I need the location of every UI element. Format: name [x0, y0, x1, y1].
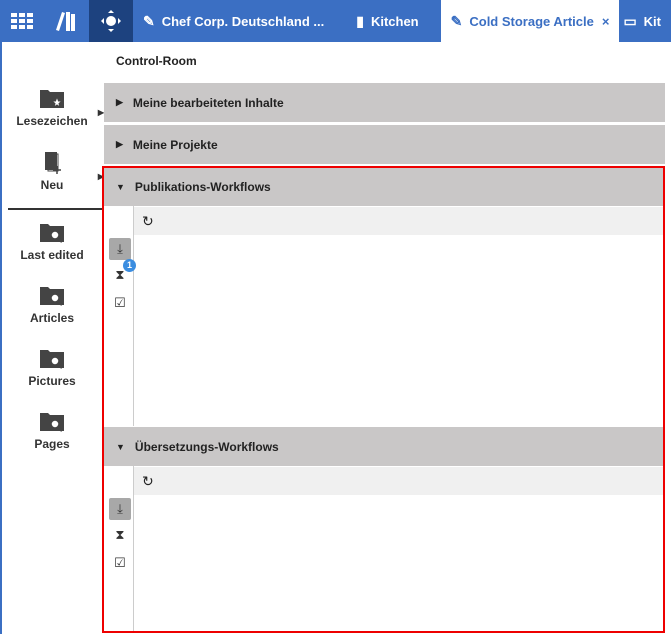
- hourglass-icon[interactable]: ⧗ 1: [109, 259, 136, 286]
- caret-right-icon: ▶: [116, 97, 123, 107]
- uebersetzungs-filter-column: ⤓ ⧗ ☑: [104, 466, 134, 632]
- inbox-download-icon[interactable]: ⤓: [109, 498, 131, 520]
- tab-chef-corp[interactable]: ✎ Chef Corp. Deutschland ...: [133, 0, 334, 42]
- tab-label: Chef Corp. Deutschland ...: [161, 13, 325, 29]
- tab-label: Kit: [643, 13, 662, 29]
- folder-search-icon: [40, 224, 64, 243]
- pencil-icon: ✎: [142, 12, 155, 29]
- sidebar-item-articles[interactable]: Articles: [2, 285, 102, 325]
- sidebar-item-label: Last edited: [20, 248, 84, 262]
- section-label: Meine bearbeiteten Inhalte: [132, 95, 284, 110]
- sidebar-item-lesezeichen[interactable]: Lesezeichen ▶: [2, 88, 104, 128]
- page-icon: ▮: [356, 12, 364, 29]
- section-meine-bearbeiteten-inhalte[interactable]: ▶ Meine bearbeiteten Inhalte: [104, 83, 665, 122]
- library-icon[interactable]: [44, 0, 88, 42]
- section-label: Übersetzungs-Workflows: [134, 439, 279, 454]
- refresh-workflow-icon[interactable]: ↻: [142, 213, 154, 230]
- sidebar-item-label: Pages: [34, 437, 70, 451]
- tab-kit[interactable]: ▭ Kit: [619, 0, 671, 42]
- section-label: Publikations-Workflows: [134, 179, 271, 194]
- checkbox-checked-icon[interactable]: ☑: [109, 552, 131, 574]
- sidebar-item-label: Neu: [40, 178, 64, 192]
- publikations-filter-column: ⤓ ⧗ 1 ☑: [104, 206, 136, 426]
- sidebar: Lesezeichen ▶ Neu ▶ Last edited Articles…: [0, 42, 104, 634]
- checkbox-checked-icon[interactable]: ☑: [109, 292, 131, 314]
- apps-grid-icon[interactable]: [0, 0, 44, 42]
- section-label: Meine Projekte: [132, 137, 218, 152]
- window-icon: ▭: [623, 12, 637, 29]
- highlight-box: [102, 166, 665, 633]
- sidebar-item-label: Articles: [29, 311, 75, 325]
- hourglass-icon[interactable]: ⧗: [109, 524, 131, 546]
- sidebar-divider: [8, 208, 102, 210]
- pencil-icon: ✎: [450, 12, 463, 29]
- caret-right-icon: ▶: [116, 139, 123, 149]
- new-document-icon: [45, 152, 61, 174]
- page-title: Control-Room: [116, 54, 197, 68]
- uebersetzungs-toolbar: ↻: [134, 467, 663, 495]
- folder-search-icon: [40, 350, 64, 369]
- folder-star-icon: [40, 90, 64, 109]
- sidebar-item-neu[interactable]: Neu ▶: [2, 152, 104, 192]
- inbox-download-icon[interactable]: ⤓: [109, 238, 131, 260]
- tab-label: Kitchen: [370, 13, 419, 29]
- caret-down-icon: ▼: [116, 181, 125, 192]
- pending-count-badge: 1: [123, 259, 136, 272]
- folder-search-icon: [40, 413, 64, 432]
- tab-cold-storage-article[interactable]: ✎ Cold Storage Article ×: [440, 0, 620, 42]
- section-publikations-workflows[interactable]: ▼ Publikations-Workflows: [104, 167, 665, 206]
- sidebar-item-pages[interactable]: Pages: [2, 411, 102, 451]
- sidebar-item-pictures[interactable]: Pictures: [2, 348, 102, 388]
- sidebar-item-label: Lesezeichen: [16, 114, 88, 128]
- folder-search-icon: [40, 287, 64, 306]
- refresh-workflow-icon[interactable]: ↻: [142, 473, 154, 490]
- caret-down-icon: ▼: [116, 441, 125, 452]
- top-bar: ✎ Chef Corp. Deutschland ... ▮ Kitchen ✎ Co…: [0, 0, 671, 42]
- sidebar-item-label: Pictures: [28, 374, 76, 388]
- tab-label: Cold Storage Article: [469, 13, 594, 29]
- control-room-icon[interactable]: [88, 0, 133, 42]
- close-icon[interactable]: ×: [602, 14, 610, 29]
- publikations-toolbar: ↻: [134, 207, 663, 235]
- section-uebersetzungs-workflows[interactable]: ▼ Übersetzungs-Workflows: [104, 427, 665, 466]
- section-meine-projekte[interactable]: ▶ Meine Projekte: [104, 125, 665, 164]
- sidebar-item-last-edited[interactable]: Last edited: [2, 222, 102, 262]
- tab-kitchen[interactable]: ▮ Kitchen: [346, 0, 428, 42]
